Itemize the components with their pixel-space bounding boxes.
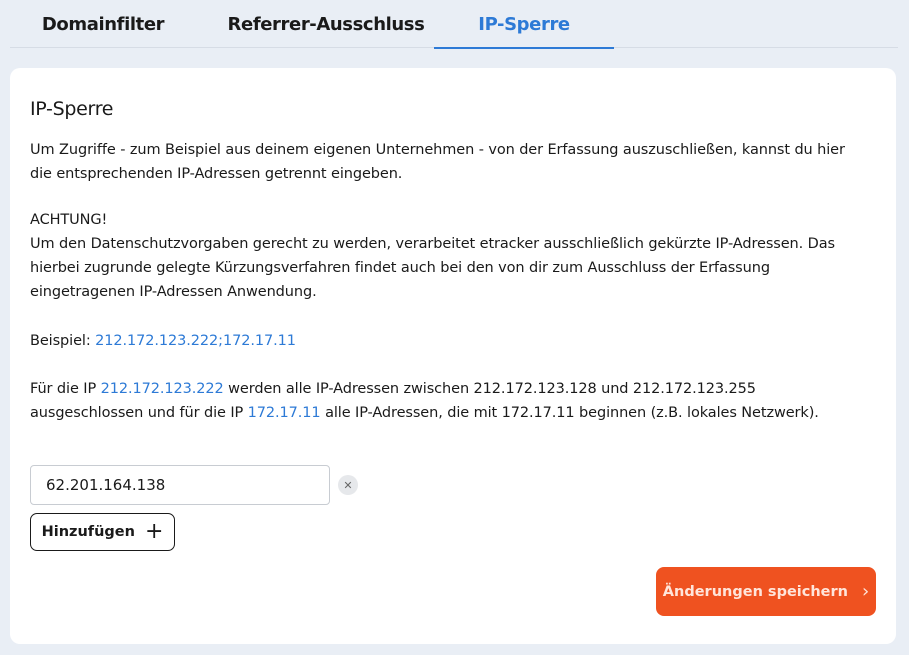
- intro-text: Um Zugriffe - zum Beispiel aus deinem ei…: [30, 142, 845, 182]
- explanation-ip1: 212.172.123.222: [100, 381, 224, 397]
- tab-ip-sperre[interactable]: IP-Sperre: [434, 0, 614, 49]
- example-label: Beispiel:: [30, 333, 96, 349]
- explanation-part3: alle IP-Adressen, die mit 172.17.11 begi…: [320, 405, 819, 421]
- example-line: Beispiel: 212.172.123.222;172.17.11: [30, 329, 870, 353]
- chevron-right-icon: ›: [861, 581, 870, 602]
- tab-referrer-ausschluss[interactable]: Referrer-Ausschluss: [206, 0, 446, 48]
- explanation-text: Für die IP 212.172.123.222 werden alle I…: [30, 377, 870, 425]
- add-ip-button[interactable]: Hinzufügen +: [30, 513, 175, 551]
- ip-block-card: IP-Sperre Um Zugriffe - zum Beispiel aus…: [10, 68, 896, 644]
- ip-address-input[interactable]: [30, 465, 330, 505]
- explanation-part1: Für die IP: [30, 381, 101, 397]
- save-button-label: Änderungen speichern: [662, 583, 848, 600]
- plus-icon: +: [144, 519, 164, 544]
- warning-text: Um den Datenschutzvorgaben gerecht zu we…: [30, 236, 835, 300]
- tab-bar: Domainfilter Referrer-Ausschluss IP-Sper…: [10, 0, 898, 49]
- save-changes-button[interactable]: Änderungen speichern ›: [656, 567, 876, 616]
- warning-title: ACHTUNG!: [30, 212, 108, 228]
- explanation-ip2: 172.17.11: [247, 405, 321, 421]
- close-icon[interactable]: ✕: [338, 475, 358, 495]
- tab-domainfilter[interactable]: Domainfilter: [10, 0, 196, 48]
- add-button-label: Hinzufügen: [41, 524, 135, 540]
- warning-block: ACHTUNG! Um den Datenschutzvorgaben gere…: [30, 208, 870, 304]
- card-title: IP-Sperre: [30, 98, 114, 120]
- example-value: 212.172.123.222;172.17.11: [95, 333, 296, 349]
